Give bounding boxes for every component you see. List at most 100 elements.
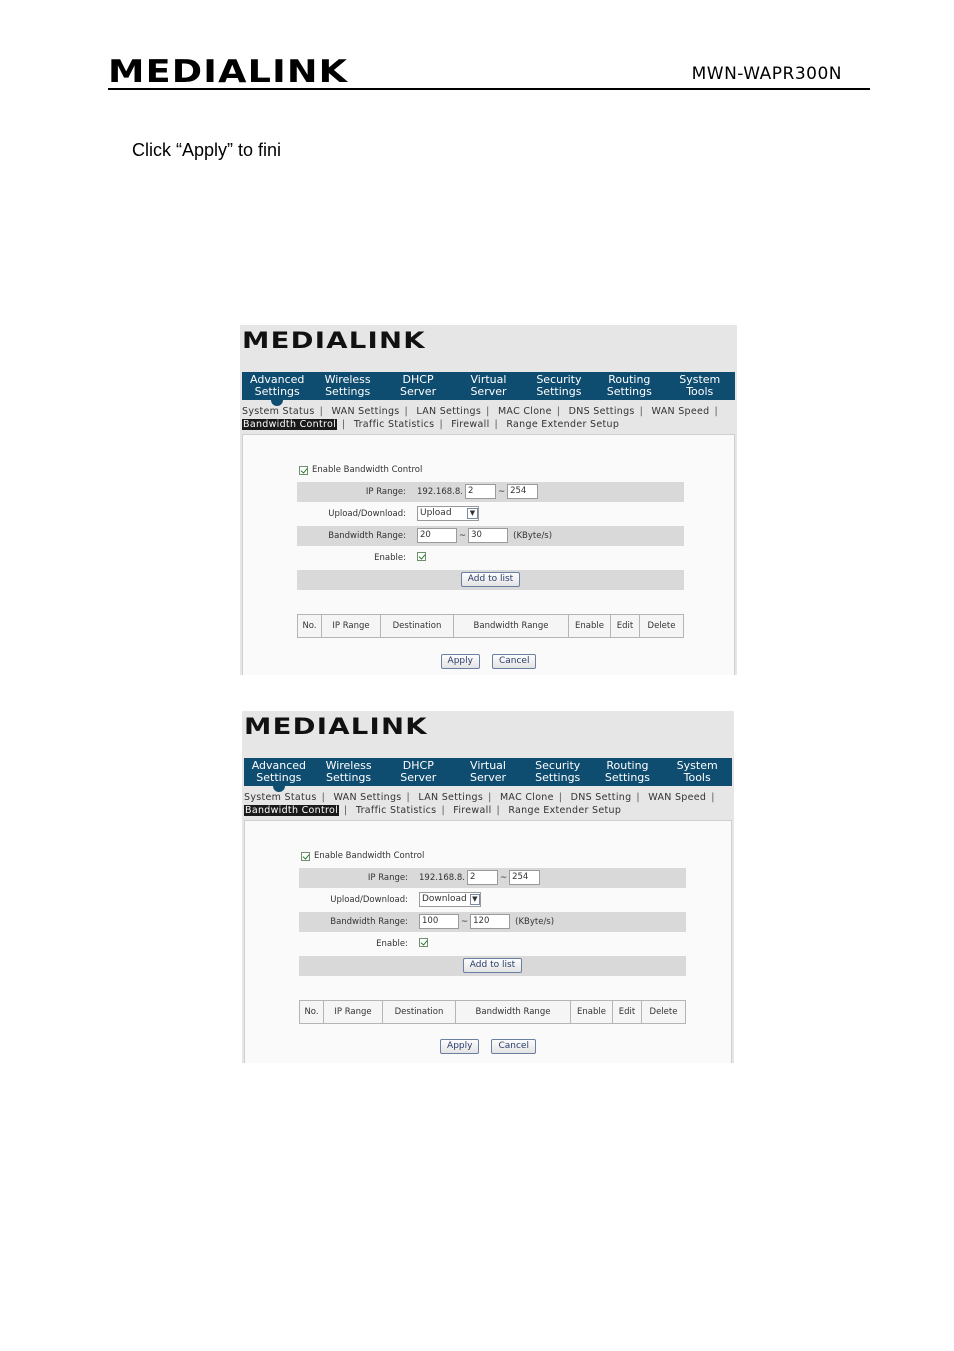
main-nav: Advanced Settings Wireless Settings DHCP…: [242, 372, 735, 406]
chevron-down-icon[interactable]: ▼: [469, 894, 480, 905]
subnav-firewall[interactable]: Firewall: [453, 805, 491, 816]
ip-start-input[interactable]: 2: [464, 484, 496, 499]
subnav-mac-clone[interactable]: MAC Clone: [498, 406, 552, 417]
apply-button[interactable]: Apply: [440, 654, 480, 669]
col-enable: Enable: [570, 1000, 613, 1024]
subnav-wan-settings[interactable]: WAN Settings: [333, 792, 401, 803]
ip-range-row: IP Range: 192.168.8. 2 ~ 254: [299, 868, 686, 888]
col-no: No.: [299, 1000, 324, 1024]
add-to-list-button[interactable]: Add to list: [460, 572, 521, 587]
cancel-button[interactable]: Cancel: [491, 1039, 536, 1054]
enable-row: Enable:: [297, 548, 684, 568]
subnav-bandwidth-control[interactable]: Bandwidth Control: [242, 419, 338, 430]
bandwidth-min-input[interactable]: 20: [417, 528, 457, 543]
nav-routing-settings[interactable]: Routing Settings: [594, 372, 664, 400]
nav-security-settings[interactable]: Security Settings: [524, 372, 594, 400]
add-to-list-row: Add to list: [299, 956, 686, 976]
router-logo: MEDIALINK: [242, 329, 426, 354]
nav-virtual-server[interactable]: Virtual Server: [453, 372, 523, 400]
medialink-logo: MEDIALINK: [108, 54, 349, 90]
subnav-traffic-statistics[interactable]: Traffic Statistics: [356, 805, 437, 816]
form-actions: Apply Cancel: [243, 654, 734, 669]
col-enable: Enable: [568, 614, 611, 638]
nav-virtual-server[interactable]: Virtual Server: [453, 758, 523, 786]
subnav-range-extender-setup[interactable]: Range Extender Setup: [506, 419, 619, 430]
bandwidth-max-input[interactable]: 120: [470, 914, 511, 929]
main-nav: Advanced Settings Wireless Settings DHCP…: [244, 758, 732, 792]
nav-wireless-settings[interactable]: Wireless Settings: [312, 372, 382, 400]
enable-bandwidth-control: Enable Bandwidth Control: [299, 465, 422, 475]
bandwidth-range-label: Bandwidth Range:: [330, 917, 408, 927]
upload-download-select[interactable]: Download ▼: [419, 892, 481, 907]
enable-label: Enable:: [376, 939, 408, 949]
upload-download-value: Upload: [420, 508, 452, 518]
chevron-down-icon[interactable]: ▼: [467, 508, 478, 519]
apply-button[interactable]: Apply: [440, 1039, 480, 1054]
bandwidth-unit: (KByte/s): [513, 530, 553, 541]
upload-download-row: Upload/Download: Upload ▼: [297, 504, 684, 524]
upload-download-row: Upload/Download: Download ▼: [299, 890, 686, 910]
enable-bandwidth-label: Enable Bandwidth Control: [312, 465, 423, 475]
ip-range-label: IP Range:: [367, 873, 408, 883]
router-ui-screenshot-upload: MEDIALINK Advanced Settings Wireless Set…: [240, 325, 737, 675]
bandwidth-unit: (KByte/s): [515, 916, 555, 927]
ip-prefix: 192.168.8.: [419, 872, 465, 883]
subnav-system-status[interactable]: System Status: [244, 792, 317, 803]
subnav-dns-setting[interactable]: DNS Setting: [571, 792, 632, 803]
subnav-traffic-statistics[interactable]: Traffic Statistics: [354, 419, 435, 430]
subnav-lan-settings[interactable]: LAN Settings: [418, 792, 483, 803]
subnav-range-extender-setup[interactable]: Range Extender Setup: [508, 805, 621, 816]
enable-bandwidth-checkbox[interactable]: [299, 465, 308, 475]
bandwidth-range-label: Bandwidth Range:: [328, 531, 406, 541]
enable-bandwidth-checkbox[interactable]: [301, 851, 310, 861]
subnav-bandwidth-control[interactable]: Bandwidth Control: [244, 805, 340, 816]
ip-start-input[interactable]: 2: [466, 870, 498, 885]
nav-dhcp-server[interactable]: DHCP Server: [383, 758, 453, 786]
nav-routing-settings[interactable]: Routing Settings: [593, 758, 663, 786]
cancel-button[interactable]: Cancel: [491, 654, 537, 669]
col-destination: Destination: [382, 1000, 456, 1024]
ip-range-separator: ~: [497, 486, 506, 497]
subnav-firewall[interactable]: Firewall: [451, 419, 489, 430]
enable-rule-checkbox[interactable]: [419, 938, 428, 947]
enable-bandwidth-label: Enable Bandwidth Control: [314, 851, 425, 861]
bandwidth-min-input[interactable]: 100: [419, 914, 459, 929]
router-logo: MEDIALINK: [244, 715, 428, 740]
nav-advanced-settings[interactable]: Advanced Settings: [242, 372, 312, 406]
subnav-wan-settings[interactable]: WAN Settings: [331, 406, 399, 417]
nav-wireless-settings[interactable]: Wireless Settings: [314, 758, 384, 786]
ip-end-input[interactable]: 254: [509, 870, 541, 885]
enable-label: Enable:: [374, 553, 406, 563]
subnav-lan-settings[interactable]: LAN Settings: [416, 406, 481, 417]
instruction-text: Click “Apply” to fini: [132, 140, 282, 160]
upload-download-select[interactable]: Upload ▼: [417, 506, 479, 521]
sub-nav: System Status | WAN Settings | LAN Setting…: [242, 406, 719, 430]
nav-dhcp-server[interactable]: DHCP Server: [383, 372, 453, 400]
bandwidth-separator: ~: [459, 530, 467, 541]
col-bandwidth-range: Bandwidth Range: [455, 1000, 571, 1024]
subnav-wan-speed[interactable]: WAN Speed: [652, 406, 710, 417]
enable-rule-checkbox[interactable]: [417, 552, 426, 561]
col-destination: Destination: [380, 614, 454, 638]
bandwidth-separator: ~: [461, 916, 469, 927]
nav-system-tools[interactable]: System Tools: [662, 758, 732, 786]
subnav-dns-settings[interactable]: DNS Settings: [569, 406, 635, 417]
nav-advanced-settings[interactable]: Advanced Settings: [244, 758, 314, 792]
ip-end-input[interactable]: 254: [507, 484, 539, 499]
subnav-mac-clone[interactable]: MAC Clone: [500, 792, 554, 803]
ip-range-separator: ~: [499, 872, 508, 883]
content-panel: Enable Bandwidth Control IP Range: 192.1…: [244, 820, 732, 1063]
bandwidth-max-input[interactable]: 30: [468, 528, 509, 543]
bandwidth-range-row: Bandwidth Range: 20 ~ 30 (KByte/s): [297, 526, 684, 546]
col-delete: Delete: [639, 614, 684, 638]
add-to-list-button[interactable]: Add to list: [462, 958, 523, 973]
form-actions: Apply Cancel: [245, 1039, 731, 1054]
add-to-list-row: Add to list: [297, 570, 684, 590]
subnav-system-status[interactable]: System Status: [242, 406, 315, 417]
col-bandwidth-range: Bandwidth Range: [453, 614, 569, 638]
ip-range-row: IP Range: 192.168.8. 2 ~ 254: [297, 482, 684, 502]
nav-system-tools[interactable]: System Tools: [665, 372, 735, 400]
enable-row: Enable:: [299, 934, 686, 954]
subnav-wan-speed[interactable]: WAN Speed: [648, 792, 706, 803]
nav-security-settings[interactable]: Security Settings: [523, 758, 593, 786]
